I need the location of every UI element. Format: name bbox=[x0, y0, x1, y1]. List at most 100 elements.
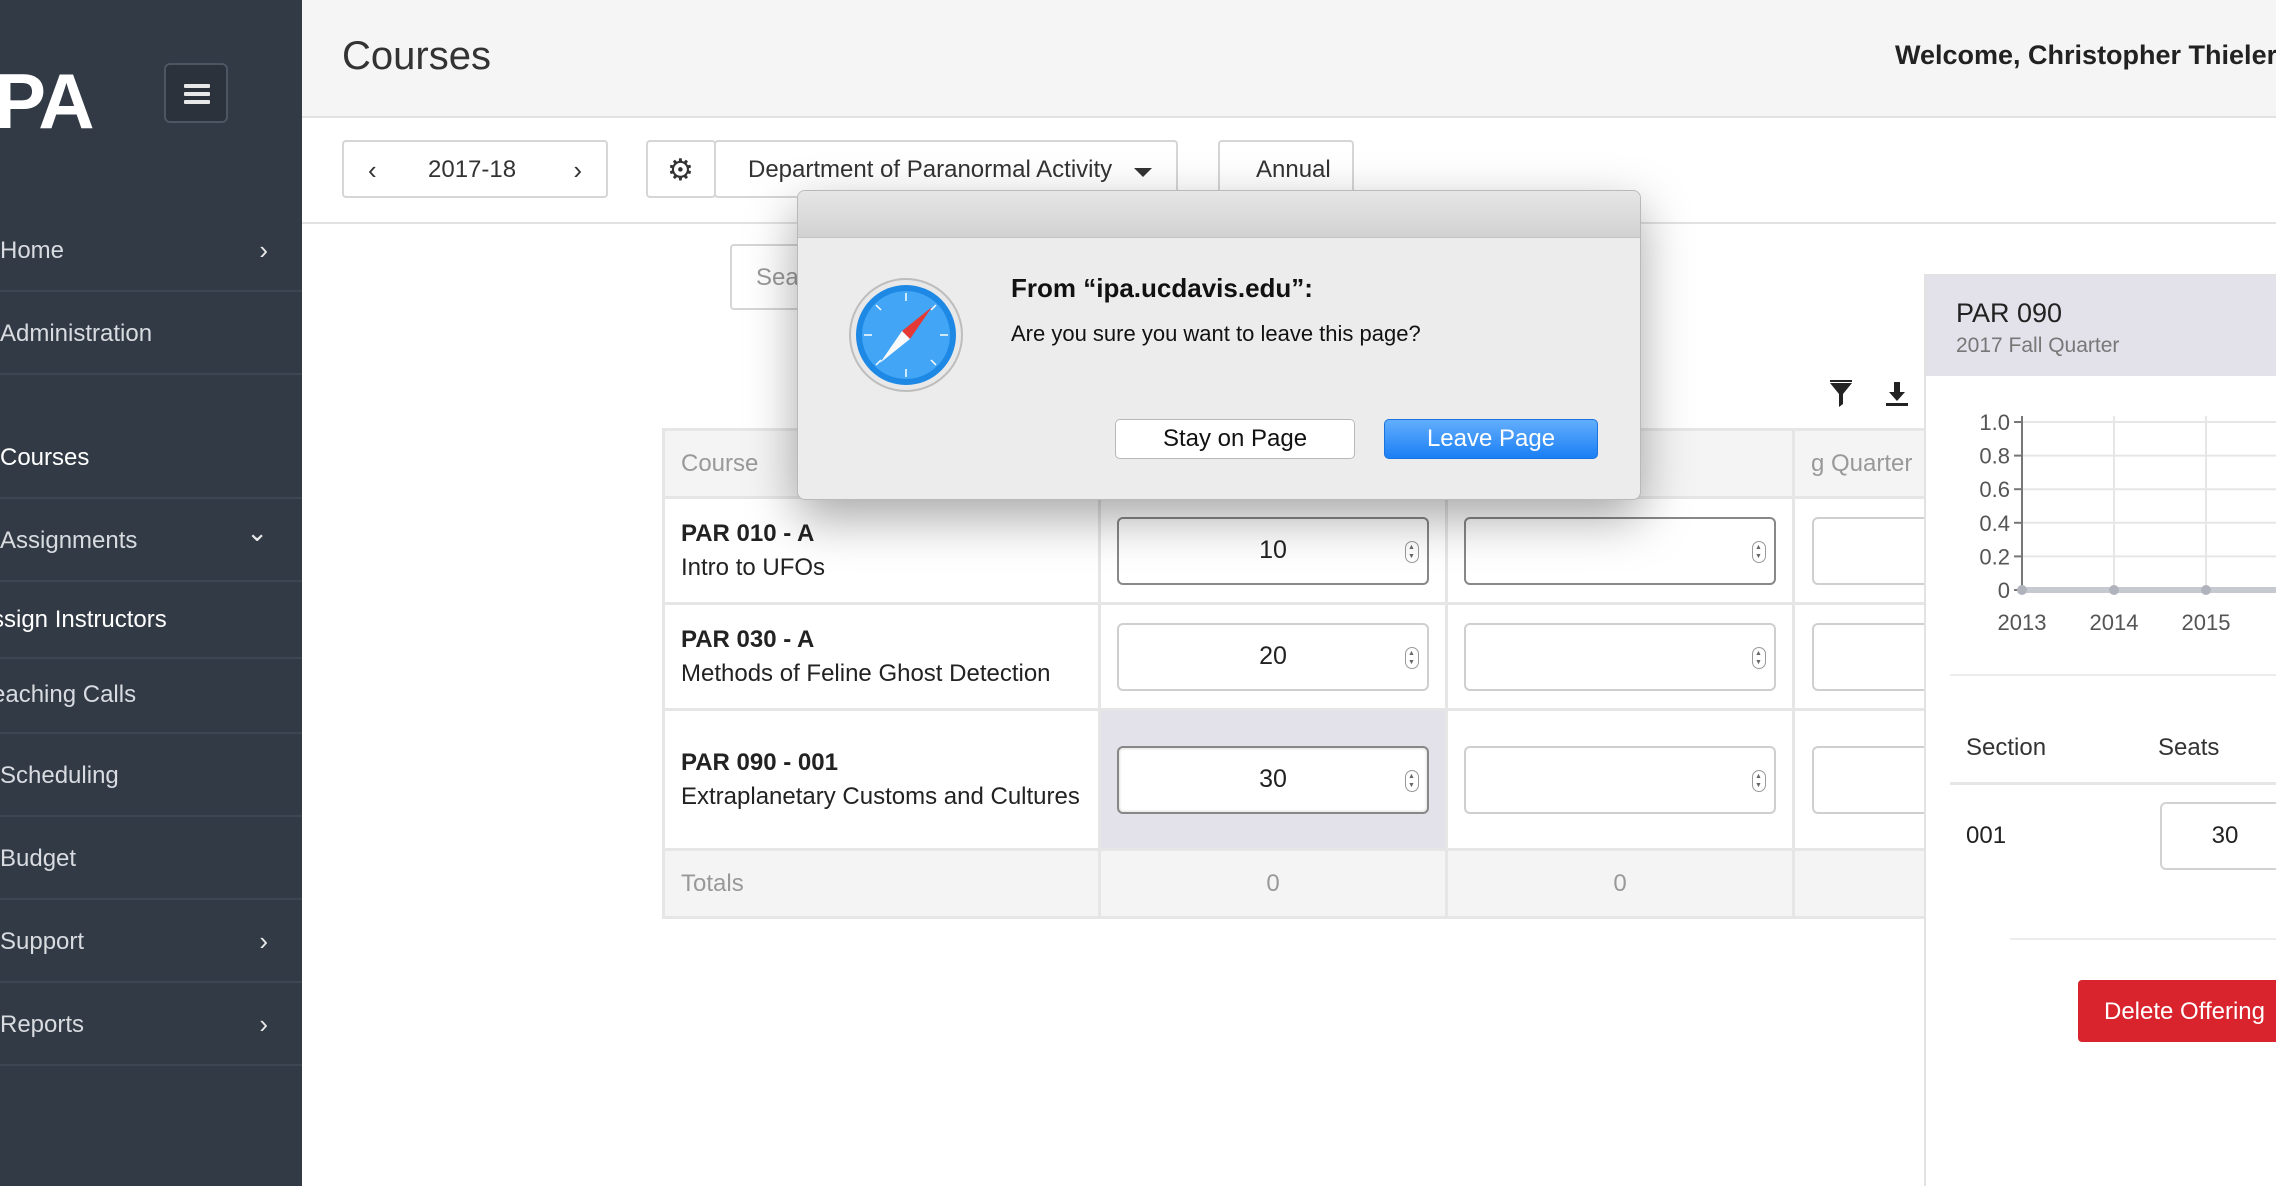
y-tick-label: 1.0 bbox=[1979, 410, 2010, 435]
seats-value: 10 bbox=[1259, 535, 1287, 564]
sidebar-item-label: Reports bbox=[0, 1011, 85, 1038]
section-seats-input[interactable]: 30 bbox=[2160, 802, 2276, 870]
course-title: Methods of Feline Ghost Detection bbox=[681, 659, 1051, 687]
stepper-icon[interactable] bbox=[1752, 646, 1766, 669]
stepper-icon[interactable] bbox=[1752, 540, 1766, 563]
seats-input[interactable]: 10 bbox=[1117, 516, 1429, 585]
section-column-header: Section bbox=[1966, 734, 2047, 761]
previous-year-button[interactable]: ‹ bbox=[368, 155, 377, 186]
course-cell[interactable]: PAR 030 - A Methods of Feline Ghost Detec… bbox=[662, 602, 1101, 711]
stepper-icon[interactable] bbox=[1405, 540, 1419, 563]
stay-on-page-button[interactable]: Stay on Page bbox=[1115, 419, 1355, 459]
y-tick-label: 0.8 bbox=[1979, 444, 2010, 469]
leave-page-dialog: From “ipa.ucdavis.edu”: Are you sure you… bbox=[797, 190, 1641, 500]
sidebar-item-courses[interactable]: Courses bbox=[0, 416, 302, 499]
seats-value: 20 bbox=[1259, 641, 1287, 670]
hamburger-icon bbox=[184, 84, 210, 88]
sidebar: PA Home › Administration Courses Assignm… bbox=[0, 0, 302, 1186]
y-tick-label: 0.4 bbox=[1979, 511, 2010, 536]
filter-icon[interactable] bbox=[1826, 380, 1856, 410]
seats-input[interactable]: 20 bbox=[1117, 622, 1429, 691]
page-header: Courses Welcome, Christopher Thieler bbox=[302, 0, 2276, 118]
sidebar-item-label: Scheduling bbox=[0, 762, 119, 789]
sidebar-item-administration[interactable]: Administration bbox=[0, 292, 302, 375]
data-point bbox=[2109, 585, 2119, 595]
course-table: Course g Quarter PAR 010 - A Intro to UFO… bbox=[662, 428, 2143, 919]
y-tick-label: 0.2 bbox=[1979, 544, 2010, 569]
y-axis: 1.0 0.8 0.6 0.4 0.2 0 bbox=[1979, 410, 2022, 603]
sidebar-item-budget[interactable]: Budget bbox=[0, 817, 302, 900]
chevron-right-icon: › bbox=[259, 235, 268, 265]
delete-offering-button[interactable]: Delete Offering bbox=[2078, 980, 2276, 1042]
safari-compass-icon bbox=[849, 278, 963, 392]
leave-page-button[interactable]: Leave Page bbox=[1384, 419, 1598, 459]
course-code: PAR 010 - A bbox=[681, 519, 815, 547]
chart-grid bbox=[2021, 416, 2276, 591]
dialog-message: Are you sure you want to leave this page… bbox=[1011, 321, 1421, 346]
sidebar-item-support[interactable]: Support › bbox=[0, 900, 302, 983]
panel-subtitle: 2017 Fall Quarter bbox=[1956, 334, 2120, 357]
next-year-button[interactable]: › bbox=[573, 155, 582, 186]
app-logo: PA bbox=[0, 57, 95, 145]
sidebar-item-reports[interactable]: Reports › bbox=[0, 983, 302, 1066]
dialog-title: From “ipa.ucdavis.edu”: bbox=[1011, 273, 1313, 303]
divider bbox=[1950, 674, 2276, 676]
caret-down-icon bbox=[1134, 168, 1152, 177]
sidebar-item-label: Courses bbox=[0, 444, 90, 471]
seats-column-header: Seats bbox=[2158, 734, 2220, 761]
sidebar-item-label: Budget bbox=[0, 845, 77, 872]
y-tick-label: 0 bbox=[1998, 578, 2010, 603]
sidebar-item-label: eaching Calls bbox=[0, 681, 137, 708]
chart-series bbox=[2017, 585, 2276, 595]
x-tick-label: 2014 bbox=[2090, 610, 2139, 635]
course-code: PAR 090 - 001 bbox=[681, 748, 838, 776]
seats-input[interactable]: 30 bbox=[1117, 745, 1429, 814]
sidebar-item-label: ssign Instructors bbox=[0, 606, 167, 633]
section-value: 001 bbox=[1966, 822, 2007, 849]
sidebar-item-assign-instructors[interactable]: ssign Instructors bbox=[0, 584, 302, 659]
stepper-icon[interactable] bbox=[1405, 646, 1419, 669]
dialog-titlebar bbox=[798, 191, 1640, 238]
sidebar-item-home[interactable]: Home › bbox=[0, 209, 302, 292]
totals-row: Totals 0 0 0 bbox=[662, 848, 2143, 919]
data-point bbox=[2201, 585, 2211, 595]
table-row: PAR 010 - A Intro to UFOs 10 bbox=[662, 496, 2143, 605]
chevron-down-icon: ⌄ bbox=[246, 517, 268, 547]
x-tick-label: 2015 bbox=[2182, 610, 2231, 635]
course-cell[interactable]: PAR 010 - A Intro to UFOs bbox=[662, 496, 1101, 605]
sidebar-item-label: Assignments bbox=[0, 527, 138, 554]
total-value: 0 bbox=[1098, 848, 1448, 919]
panel-title: PAR 090 bbox=[1956, 298, 2063, 328]
x-tick-label: 2013 bbox=[1998, 610, 2047, 635]
sidebar-item-scheduling[interactable]: Scheduling bbox=[0, 734, 302, 817]
panel-header: PAR 090 2017 Fall Quarter bbox=[1926, 276, 2276, 376]
table-row-selected: PAR 090 - 001 Extraplanetary Customs and … bbox=[662, 708, 2143, 851]
welcome-message: Welcome, Christopher Thieler bbox=[1895, 40, 2276, 70]
menu-toggle-button[interactable] bbox=[164, 63, 228, 123]
stepper-icon[interactable] bbox=[1752, 769, 1766, 792]
seats-input[interactable] bbox=[1464, 516, 1776, 585]
settings-button[interactable]: ⚙ bbox=[646, 140, 716, 198]
chevron-right-icon: › bbox=[259, 1009, 268, 1039]
chevron-right-icon: › bbox=[259, 926, 268, 956]
divider bbox=[1950, 782, 2276, 785]
year-label: 2017-18 bbox=[428, 156, 517, 183]
page-title: Courses bbox=[342, 34, 491, 78]
sidebar-item-label: Administration bbox=[0, 320, 153, 347]
hamburger-icon-bar bbox=[184, 92, 210, 96]
data-point bbox=[2017, 585, 2027, 595]
sidebar-item-teaching-calls[interactable]: eaching Calls bbox=[0, 659, 302, 734]
sidebar-item-assignments[interactable]: Assignments ⌄ bbox=[0, 499, 302, 582]
course-code: PAR 030 - A bbox=[681, 625, 815, 653]
seats-input[interactable] bbox=[1464, 622, 1776, 691]
department-label: Department of Paranormal Activity bbox=[748, 156, 1113, 183]
course-cell[interactable]: PAR 090 - 001 Extraplanetary Customs and … bbox=[662, 708, 1101, 851]
x-axis: 2013201420152 bbox=[1998, 610, 2231, 635]
divider bbox=[2010, 938, 2276, 940]
download-icon[interactable] bbox=[1882, 380, 1912, 410]
seats-input[interactable] bbox=[1464, 745, 1776, 814]
total-value: 0 bbox=[1445, 848, 1795, 919]
stepper-icon[interactable] bbox=[1405, 769, 1419, 792]
seats-value: 30 bbox=[1259, 764, 1287, 793]
course-title: Extraplanetary Customs and Cultures bbox=[681, 782, 1080, 810]
